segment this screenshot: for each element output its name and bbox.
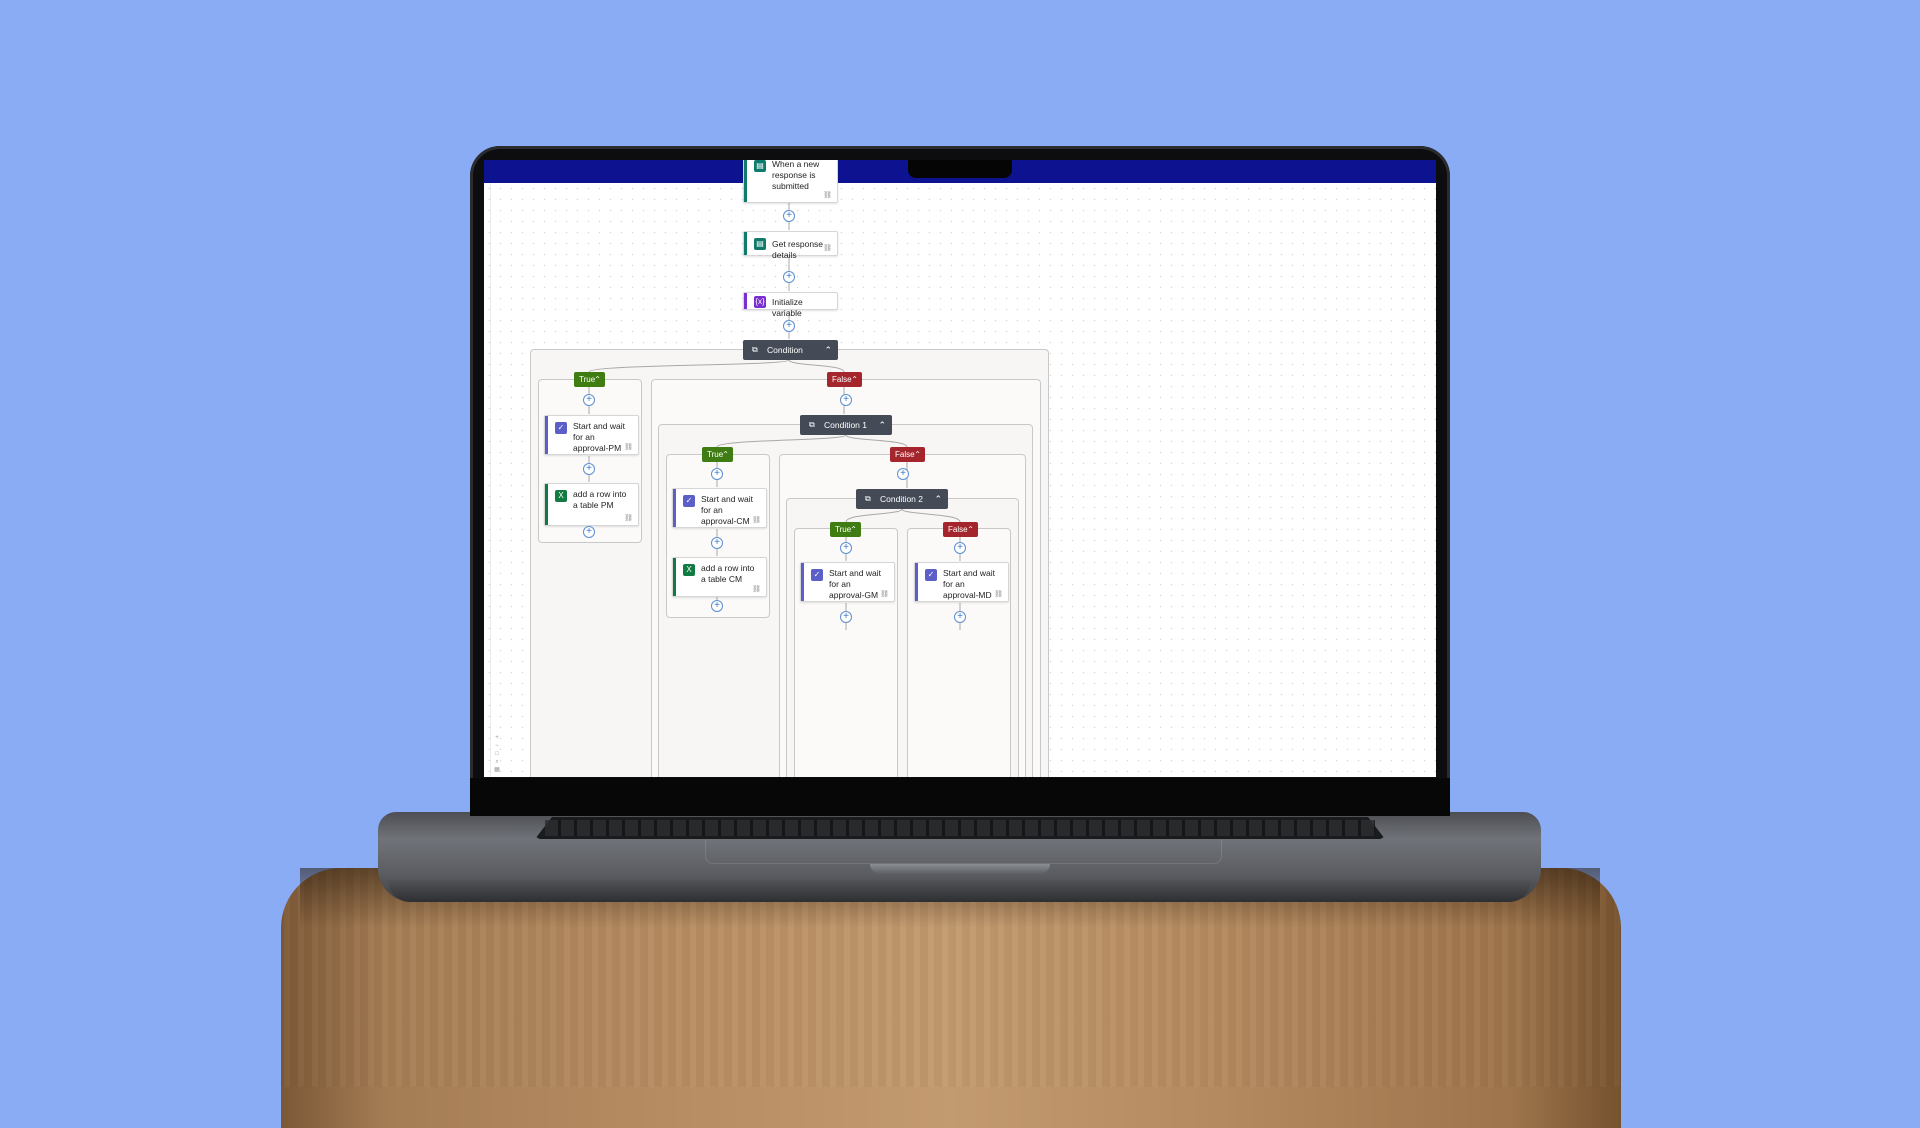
initialize-variable-card[interactable]: {x} Initialize variable	[743, 292, 838, 318]
init-var-label: Initialize variable	[772, 297, 803, 318]
link-icon: ⛓	[752, 586, 761, 593]
add-step-icon[interactable]: +	[840, 542, 852, 554]
add-step-icon[interactable]: +	[711, 468, 723, 480]
approvals-icon: ✓	[683, 495, 695, 507]
chevron-up-icon[interactable]: ⌃	[850, 522, 857, 537]
connector-lines	[588, 203, 961, 630]
card-accent-bar	[673, 558, 676, 596]
link-icon: ⛓	[994, 591, 1003, 598]
link-icon: ⛓	[823, 245, 832, 252]
false-label: False	[948, 525, 968, 534]
link-icon: ⛓	[752, 517, 761, 524]
keyboard-keys	[545, 820, 1375, 836]
add-step-icon[interactable]: +	[840, 611, 852, 623]
false-branch-pill[interactable]: False ⌃	[827, 372, 862, 387]
condition1-header[interactable]: ⧉ Condition 1 ⌃	[800, 415, 892, 435]
chevron-up-icon[interactable]: ⌃	[878, 415, 886, 435]
trigger-card[interactable]: ▤ When a new response is submitted ⛓	[743, 160, 838, 203]
c1-false-branch-pill[interactable]: False ⌃	[890, 447, 925, 462]
false-label: False	[832, 375, 852, 384]
true-branch-pill[interactable]: True ⌃	[574, 372, 605, 387]
chevron-up-icon[interactable]: ⌃	[967, 522, 974, 537]
card-accent-bar	[744, 293, 747, 309]
laptop-base-lip	[388, 880, 1531, 902]
row-pm-label: add a row into a table PM	[573, 489, 627, 510]
add-step-icon[interactable]: +	[711, 537, 723, 549]
add-step-icon[interactable]: +	[783, 320, 795, 332]
excel-icon: X	[683, 564, 695, 576]
approvals-icon: ✓	[925, 569, 937, 581]
forms-icon: ▤	[754, 238, 766, 250]
card-accent-bar	[744, 232, 747, 255]
add-step-icon[interactable]: +	[583, 394, 595, 406]
link-icon: ⛓	[624, 444, 633, 451]
c2-true-branch-pill[interactable]: True ⌃	[830, 522, 861, 537]
link-icon: ⛓	[823, 192, 832, 199]
false-label: False	[895, 450, 915, 459]
approval-gm-card[interactable]: ✓ Start and wait for an approval-GM ⛓	[800, 562, 895, 602]
condition2-label: Condition 2	[880, 494, 924, 504]
chevron-up-icon[interactable]: ⌃	[594, 372, 601, 387]
card-accent-bar	[545, 416, 548, 454]
variable-icon: {x}	[754, 296, 766, 308]
card-accent-bar	[744, 160, 747, 202]
get-response-details-card[interactable]: ▤ Get response details ⛓	[743, 231, 838, 260]
true-label: True	[579, 375, 596, 384]
chevron-up-icon[interactable]: ⌃	[851, 372, 858, 387]
add-row-pm-card[interactable]: X add a row into a table PM ⛓	[544, 483, 639, 526]
card-accent-bar	[915, 563, 918, 601]
row-cm-label: add a row into a table CM	[701, 563, 755, 584]
condition-icon: ⧉	[865, 494, 871, 503]
true-label: True	[707, 450, 724, 459]
trackpad	[705, 840, 1222, 864]
add-step-icon[interactable]: +	[783, 271, 795, 283]
add-step-icon[interactable]: +	[583, 526, 595, 538]
add-step-icon[interactable]: +	[711, 600, 723, 612]
condition-icon: ⧉	[809, 420, 815, 429]
link-icon: ⛓	[624, 515, 633, 522]
add-step-icon[interactable]: +	[583, 463, 595, 475]
screen-bezel-bottom	[470, 778, 1450, 816]
c1-true-branch-pill[interactable]: True ⌃	[702, 447, 733, 462]
condition-label: Condition	[767, 345, 803, 355]
chevron-up-icon[interactable]: ⌃	[934, 489, 942, 509]
condition-icon: ⧉	[752, 345, 758, 354]
approval-md-card[interactable]: ✓ Start and wait for an approval-MD ⛓	[914, 562, 1009, 602]
excel-icon: X	[555, 490, 567, 502]
approvals-icon: ✓	[555, 422, 567, 434]
forms-icon: ▤	[754, 160, 766, 172]
lid-opening-notch	[870, 864, 1050, 874]
true-label: True	[835, 525, 852, 534]
approval-cm-card[interactable]: ✓ Start and wait for an approval-CM ⛓	[672, 488, 767, 528]
add-step-icon[interactable]: +	[954, 611, 966, 623]
link-icon: ⛓	[880, 591, 889, 598]
chevron-up-icon[interactable]: ⌃	[722, 447, 729, 462]
add-step-icon[interactable]: +	[840, 394, 852, 406]
condition1-label: Condition 1	[824, 420, 868, 430]
chevron-up-icon[interactable]: ⌃	[824, 340, 832, 360]
card-accent-bar	[801, 563, 804, 601]
chevron-up-icon[interactable]: ⌃	[914, 447, 921, 462]
condition2-header[interactable]: ⧉ Condition 2 ⌃	[856, 489, 948, 509]
add-step-icon[interactable]: +	[897, 468, 909, 480]
c2-false-branch-pill[interactable]: False ⌃	[943, 522, 978, 537]
card-accent-bar	[673, 489, 676, 527]
add-step-icon[interactable]: +	[783, 210, 795, 222]
laptop-screen: + − □ ⌕ ▦ ▤ When a new response is submi…	[484, 160, 1436, 777]
trigger-label: When a new response is submitted	[772, 160, 820, 191]
add-step-icon[interactable]: +	[954, 542, 966, 554]
card-accent-bar	[545, 484, 548, 525]
approval-pm-card[interactable]: ✓ Start and wait for an approval-PM ⛓	[544, 415, 639, 455]
add-row-cm-card[interactable]: X add a row into a table CM ⛓	[672, 557, 767, 597]
condition-header[interactable]: ⧉ Condition ⌃	[743, 340, 838, 360]
approvals-icon: ✓	[811, 569, 823, 581]
